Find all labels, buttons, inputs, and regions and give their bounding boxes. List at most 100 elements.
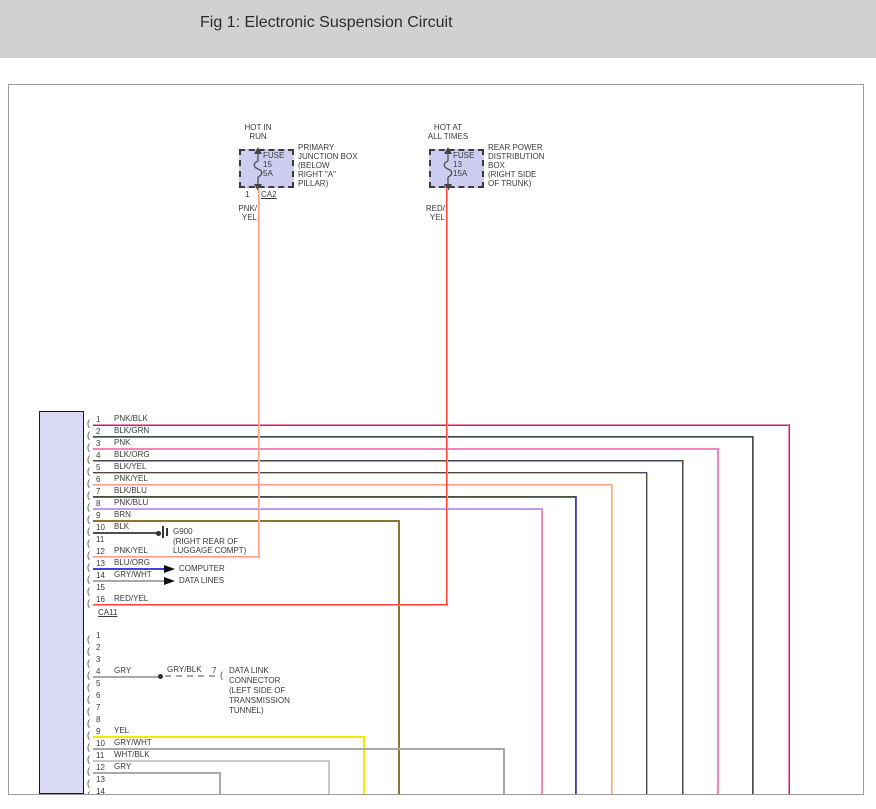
pin-terminal: ( <box>87 526 90 536</box>
pin-terminal: ( <box>87 682 90 692</box>
wire-label: GRY/WHT <box>114 738 152 747</box>
wire-drop-pnk-blu <box>541 508 543 794</box>
connector-ca2-label: CA2 <box>261 190 277 199</box>
wire-pnk <box>93 448 719 450</box>
dlc-pin-terminal: ( <box>220 670 223 680</box>
wire-label: BLK/ORG <box>114 450 150 459</box>
pin-number: 13 <box>96 559 105 568</box>
ground-dot <box>156 531 161 536</box>
wire-label: RED/YEL <box>114 594 148 603</box>
wire-label: YEL <box>114 726 129 735</box>
fuse15-feed-wire <box>258 188 260 556</box>
pin-terminal: ( <box>87 490 90 500</box>
pin-terminal: ( <box>87 466 90 476</box>
pin-terminal: ( <box>87 514 90 524</box>
ground-name: G900 <box>173 527 193 536</box>
wire-label: BLK/BLU <box>114 486 147 495</box>
diagram-canvas: HOT INRUN FUSE 15 5A PRIMARYJUNCTION BOX… <box>8 84 864 795</box>
pin-terminal: ( <box>87 478 90 488</box>
fuse-amps: 5A <box>263 169 273 178</box>
pin-number: 7 <box>96 703 100 712</box>
pin-number: 5 <box>96 679 100 688</box>
page-title: Fig 1: Electronic Suspension Circuit <box>200 14 453 32</box>
wire-label: BLK/YEL <box>114 462 146 471</box>
pin-terminal: ( <box>87 706 90 716</box>
wire-drop-blk-grn <box>752 436 754 794</box>
pin-number: 6 <box>96 475 100 484</box>
wire-gry-blk-dashed <box>165 675 215 677</box>
pin-terminal: ( <box>87 766 90 776</box>
pin-number: 6 <box>96 691 100 700</box>
connector-ca11-label: CA11 <box>98 608 117 617</box>
pin-number: 8 <box>96 499 100 508</box>
wire-pnk-blk <box>93 424 790 426</box>
pin-terminal: ( <box>87 454 90 464</box>
wire-label: GRY <box>114 666 131 675</box>
wire-label: PNK <box>114 438 130 447</box>
dlc-label: DATA LINKCONNECTOR (LEFT SIDE OFTRANSMIS… <box>229 666 290 716</box>
wire-gry-wht <box>93 580 166 582</box>
fuse13-feed-wire <box>446 188 448 604</box>
wire-drop-gry <box>219 772 221 794</box>
pin-terminal: ( <box>87 658 90 668</box>
pin-terminal: ( <box>87 418 90 428</box>
ground-icon <box>166 528 168 536</box>
pin-terminal: ( <box>87 754 90 764</box>
pin-terminal: ( <box>87 742 90 752</box>
pin-terminal: ( <box>87 730 90 740</box>
wire-pnk-yel <box>93 484 613 486</box>
wire-label-pnk-yel: PNK/YEL <box>227 204 257 222</box>
computer-label: COMPUTER <box>179 564 225 573</box>
dlc-pin-number: 7 <box>212 666 216 675</box>
wire-label: BLU/ORG <box>114 558 150 567</box>
wire-blk-org <box>93 460 684 462</box>
pin-terminal: ( <box>87 778 90 788</box>
pin-terminal: ( <box>87 718 90 728</box>
pin-number: 14 <box>96 787 105 795</box>
pin-number: 12 <box>96 763 105 772</box>
pin-terminal: ( <box>87 790 90 795</box>
wire-drop-blk-org <box>682 460 684 794</box>
splice-dot <box>158 674 163 679</box>
pin-number: 10 <box>96 739 105 748</box>
fuse-15-location-label: PRIMARYJUNCTION BOX (BELOWRIGHT "A" PILL… <box>298 143 358 188</box>
pin-number: 1 <box>96 415 100 424</box>
fuse-number: 15 <box>263 160 272 169</box>
hot-in-run-label: HOT INRUN <box>223 123 293 141</box>
data-line-arrow-icon <box>164 577 175 585</box>
pin-terminal: ( <box>87 646 90 656</box>
wire-label: GRY/WHT <box>114 570 152 579</box>
wire-gry <box>93 676 161 678</box>
pin-number: 1 <box>96 631 100 640</box>
pin-terminal: ( <box>87 598 90 608</box>
wire-blk-grn <box>93 436 754 438</box>
wire-gry <box>93 772 221 774</box>
wire-label: WHT/BLK <box>114 750 150 759</box>
pin-terminal: ( <box>87 430 90 440</box>
pin-number: 9 <box>96 511 100 520</box>
wire-label-red-yel: RED/YEL <box>415 204 445 222</box>
wire-label: BLK/GRN <box>114 426 149 435</box>
pin-terminal: ( <box>87 586 90 596</box>
fuse-name: FUSE <box>263 151 284 160</box>
pin-number: 15 <box>96 583 105 592</box>
wire-label: PNK/YEL <box>114 546 148 555</box>
fuse-number: 13 <box>453 160 462 169</box>
wire-drop-brn <box>398 520 400 794</box>
ground-desc: LUGGAGE COMPT) <box>173 546 246 555</box>
pin-number: 4 <box>96 667 100 676</box>
wire-blk-blu <box>93 496 577 498</box>
wire-blk <box>93 532 161 534</box>
pin-number: 8 <box>96 715 100 724</box>
wire-drop-blk-blu <box>575 496 577 794</box>
pin-terminal: ( <box>87 550 90 560</box>
wire-label: BLK <box>114 522 129 531</box>
pin-number: 7 <box>96 487 100 496</box>
pin-number: 11 <box>96 751 104 760</box>
wire-label: BRN <box>114 510 131 519</box>
wire-blk-yel <box>93 472 648 474</box>
pin-number: 14 <box>96 571 105 580</box>
computer-label: DATA LINES <box>179 576 224 585</box>
pin-terminal: ( <box>87 538 90 548</box>
fuse-13-location-label: REAR POWERDISTRIBUTION BOX(RIGHT SIDE OF… <box>488 143 544 188</box>
